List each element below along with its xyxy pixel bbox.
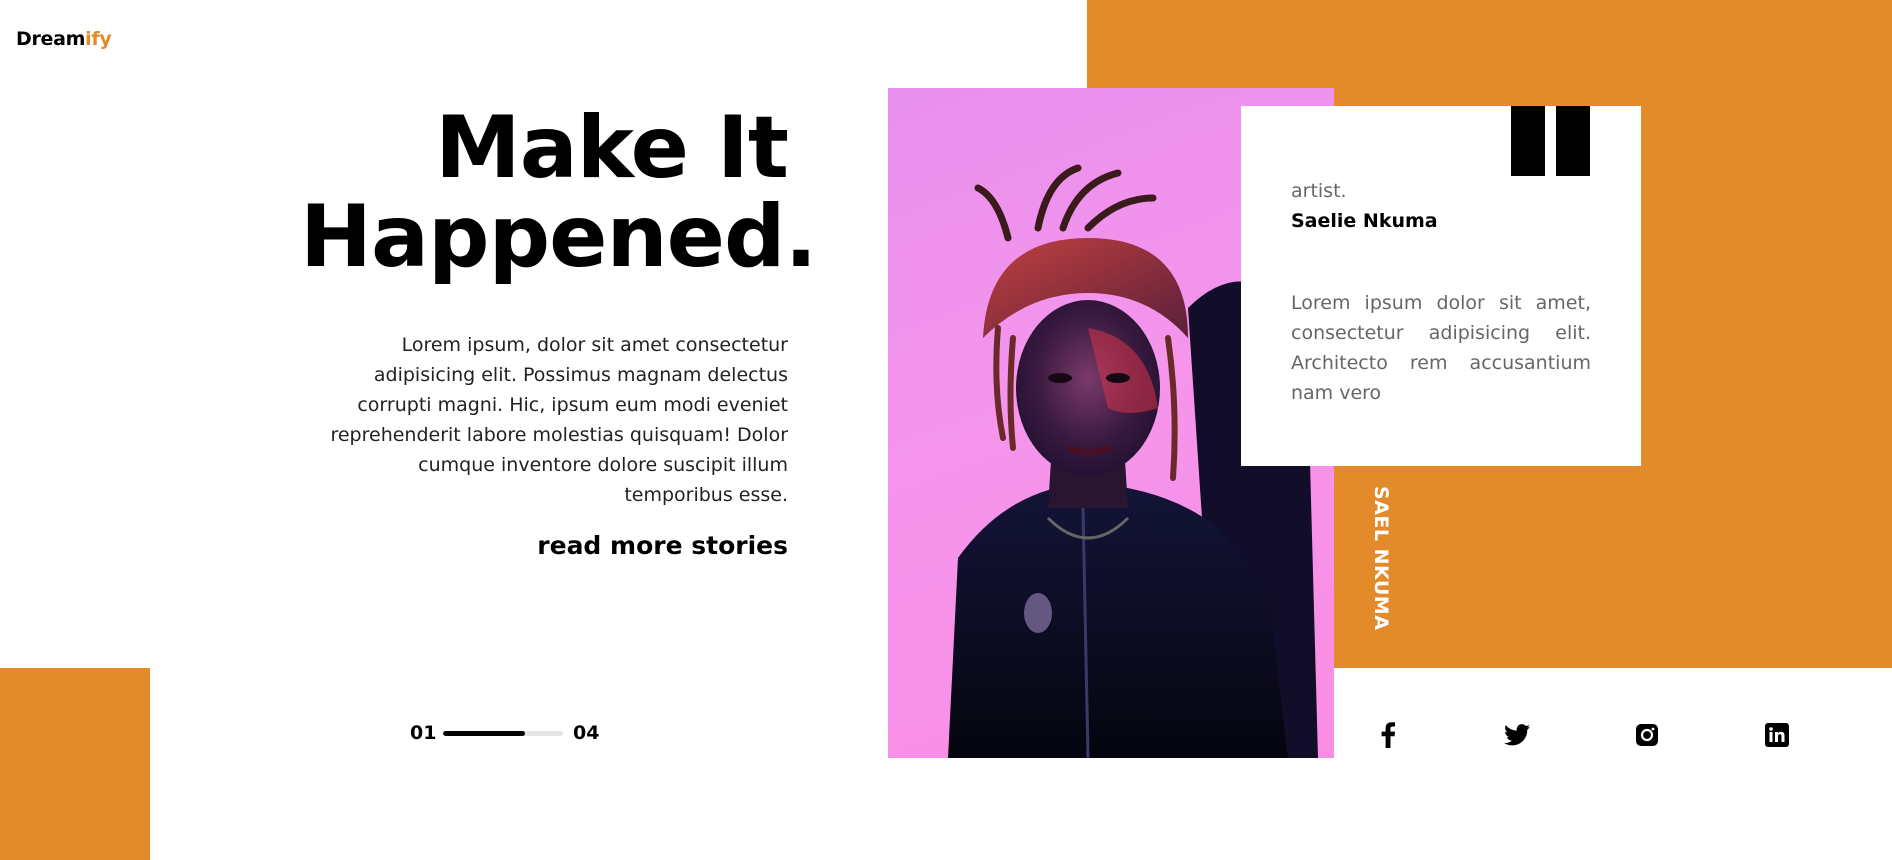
hero-title-line1: Make It bbox=[435, 98, 789, 198]
brand-name-accent: ify bbox=[85, 28, 112, 50]
testimonial-card: artist. Saelie Nkuma Lorem ipsum dolor s… bbox=[1241, 106, 1641, 466]
hero-intro-text: Lorem ipsum, dolor sit amet consectetur … bbox=[330, 334, 788, 506]
slide-progress-fill bbox=[443, 731, 525, 736]
instagram-icon[interactable] bbox=[1632, 720, 1662, 750]
testimonial-name: Saelie Nkuma bbox=[1291, 210, 1438, 232]
brand-logo[interactable]: Dreamify bbox=[16, 28, 112, 50]
slide-progress-bar[interactable] bbox=[443, 731, 563, 736]
linkedin-icon[interactable] bbox=[1762, 720, 1792, 750]
testimonial-role: artist. bbox=[1291, 180, 1347, 202]
slide-current-number: 01 bbox=[410, 722, 437, 744]
quote-mark-icon-left bbox=[1511, 106, 1545, 176]
twitter-icon[interactable] bbox=[1502, 720, 1532, 750]
hero-title-line2: Happened. bbox=[300, 187, 817, 287]
vertical-artist-name: SAEL NKUMA bbox=[1370, 486, 1392, 631]
facebook-icon[interactable] bbox=[1373, 720, 1403, 750]
hero-title: Make It Happened. bbox=[300, 98, 817, 287]
brand-name-main: Dream bbox=[16, 28, 86, 50]
read-more-stories-link[interactable]: read more stories bbox=[520, 531, 788, 560]
quote-mark-icon-right bbox=[1556, 106, 1590, 176]
testimonial-text: Lorem ipsum dolor sit amet, consectetur … bbox=[1291, 292, 1591, 404]
slide-total-number: 04 bbox=[573, 722, 600, 744]
orange-backdrop-bottom-left bbox=[0, 668, 150, 860]
